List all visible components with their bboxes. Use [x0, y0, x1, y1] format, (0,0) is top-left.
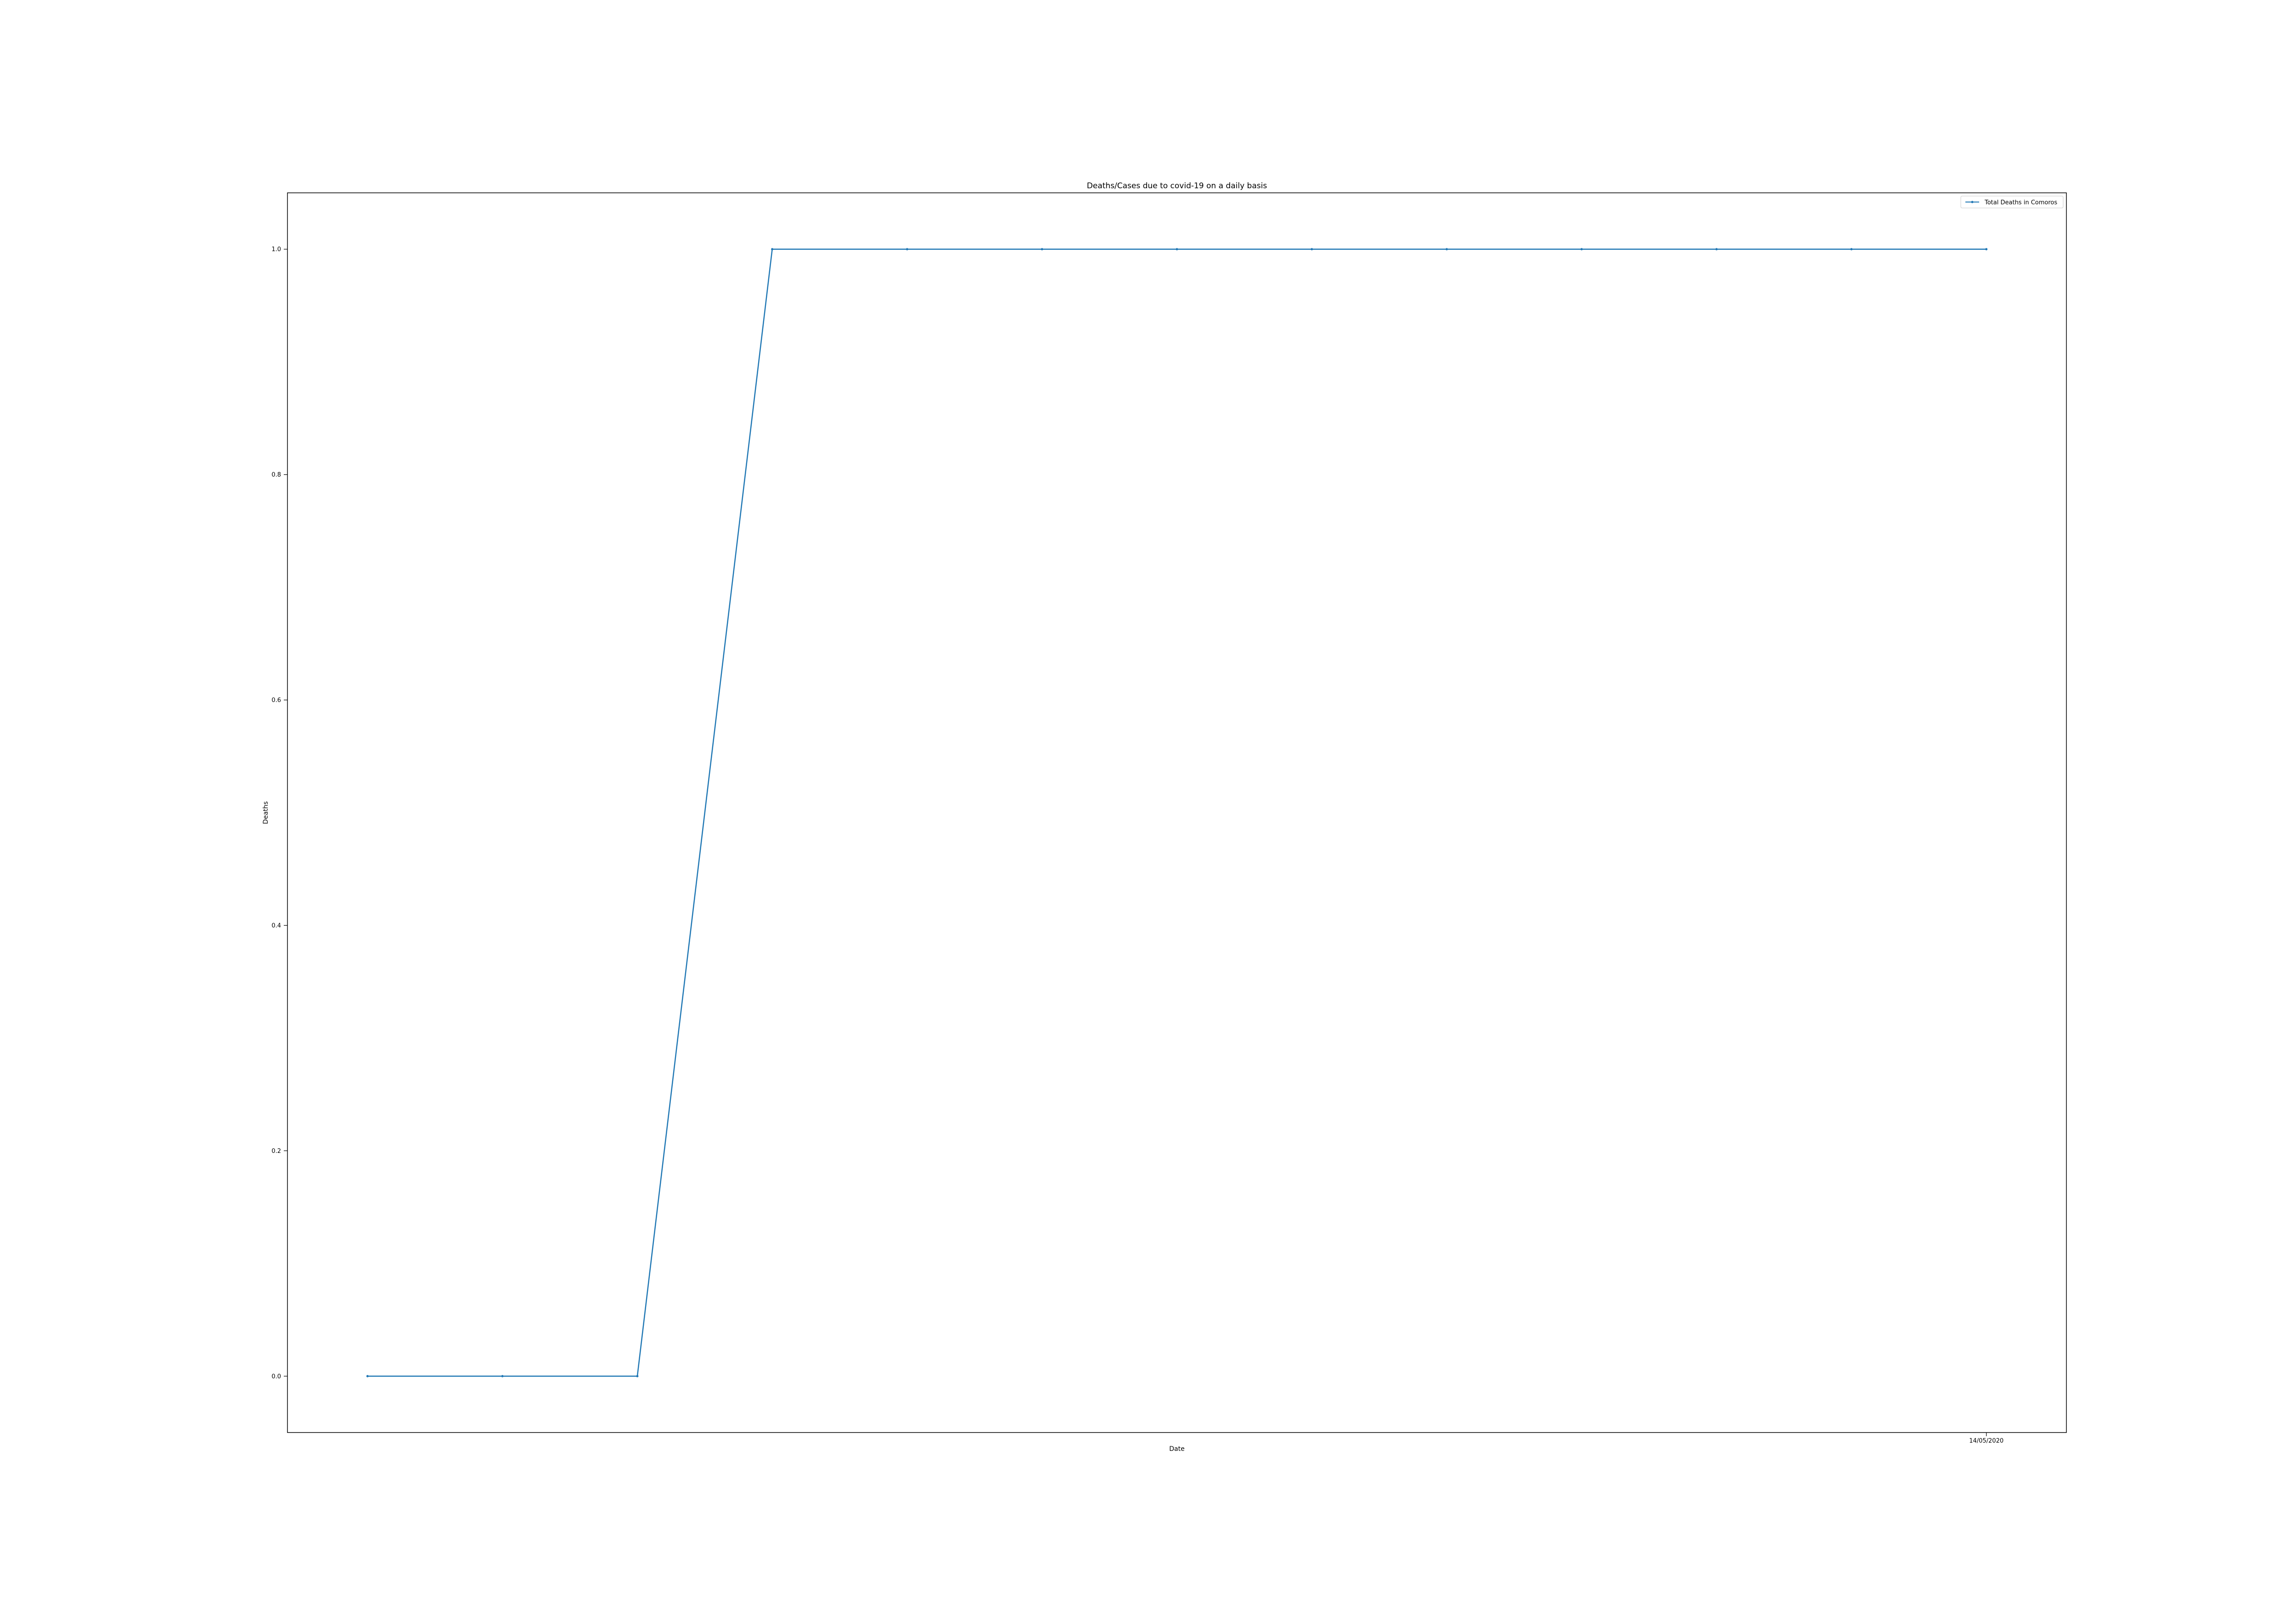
y-tick-label: 0.8	[271, 472, 281, 478]
data-point	[1041, 248, 1043, 251]
data-point	[1311, 248, 1313, 251]
data-point	[501, 1375, 504, 1377]
y-tick-label: 0.6	[271, 697, 281, 704]
data-point	[1715, 248, 1718, 251]
line-chart: Deaths/Cases due to covid-19 on a daily …	[0, 0, 2296, 1607]
y-tick-label: 1.0	[271, 246, 281, 253]
data-point	[1446, 248, 1448, 251]
data-point	[636, 1375, 639, 1377]
legend: Total Deaths in Comoros	[1960, 196, 2064, 208]
figure-background	[0, 0, 2296, 1607]
data-point	[366, 1375, 369, 1377]
chart-title: Deaths/Cases due to covid-19 on a daily …	[1087, 181, 1267, 191]
data-point	[1985, 248, 1988, 251]
data-point	[1580, 248, 1583, 251]
y-tick-label: 0.2	[271, 1148, 281, 1155]
y-tick-label: 0.4	[271, 922, 281, 929]
data-point	[1850, 248, 1853, 251]
y-axis-label: Deaths	[262, 801, 270, 824]
data-point	[1176, 248, 1178, 251]
data-point	[906, 248, 908, 251]
legend-marker-sample	[1971, 201, 1974, 203]
x-axis-label: Date	[1169, 1445, 1184, 1453]
x-tick-label: 14/05/2020	[1969, 1438, 2003, 1444]
legend-label: Total Deaths in Comoros	[1984, 199, 2057, 206]
data-point	[771, 248, 774, 251]
y-tick-label: 0.0	[271, 1373, 281, 1380]
